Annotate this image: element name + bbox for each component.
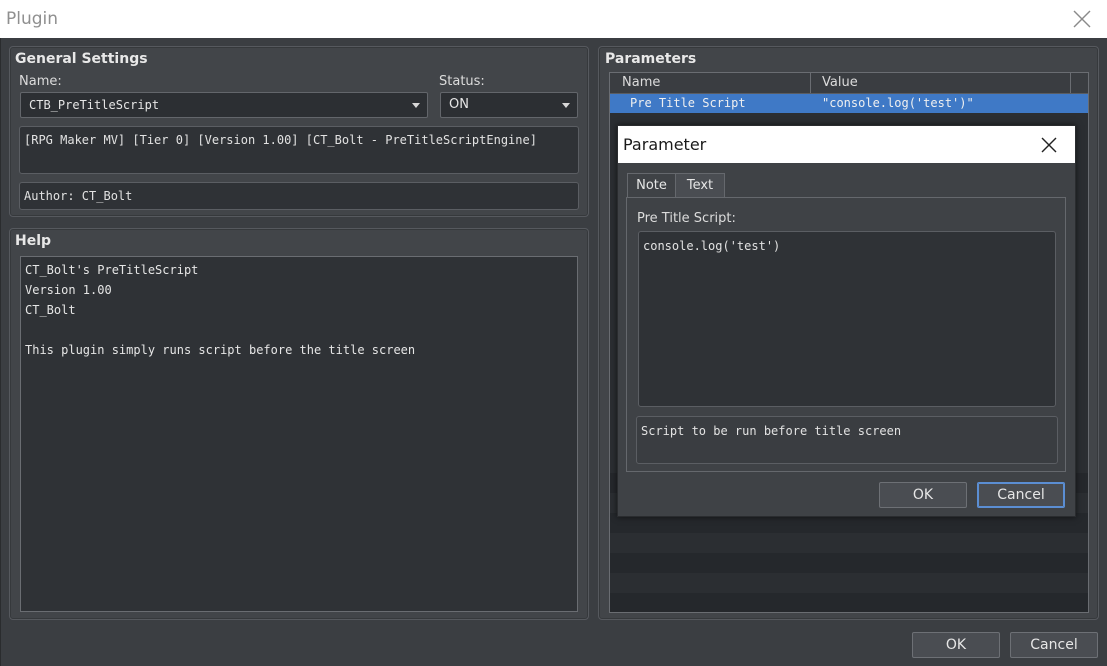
empty-row xyxy=(610,593,1088,612)
name-select[interactable]: CTB_PreTitleScript xyxy=(20,92,428,118)
ok-button[interactable]: OK xyxy=(912,632,1000,658)
dialog-ok-button[interactable]: OK xyxy=(879,482,967,508)
row-value: "console.log('test')" xyxy=(822,96,974,110)
tab-text-label: Text xyxy=(686,178,714,193)
help-line: CT_Bolt xyxy=(25,303,76,317)
column-divider xyxy=(810,73,811,93)
help-text-area[interactable]: CT_Bolt's PreTitleScript Version 1.00 CT… xyxy=(20,256,578,612)
parameter-dialog: Parameter Note Text Pre Title Script: co… xyxy=(617,125,1076,517)
parameters-list-header: Name Value xyxy=(610,73,1088,94)
tab-note-label: Note xyxy=(636,178,667,193)
status-label: Status: xyxy=(439,74,485,89)
script-editor[interactable]: console.log('test') xyxy=(638,231,1056,407)
help-line: This plugin simply runs script before th… xyxy=(25,343,416,357)
note-text: Script to be run before title screen xyxy=(641,424,902,438)
parameters-title: Parameters xyxy=(605,51,697,67)
author-field[interactable]: Author: CT_Bolt xyxy=(19,182,579,210)
status-select[interactable]: ON xyxy=(440,92,578,118)
row-name: Pre Title Script xyxy=(630,96,746,110)
cancel-button[interactable]: Cancel xyxy=(1010,632,1098,658)
dialog-cancel-button[interactable]: Cancel xyxy=(977,482,1065,508)
status-select-value: ON xyxy=(449,97,469,112)
author-text: Author: CT_Bolt xyxy=(24,189,133,203)
tab-text[interactable]: Text xyxy=(675,173,725,198)
window-title: Plugin xyxy=(6,9,59,29)
empty-row xyxy=(610,553,1088,573)
description-field[interactable]: [RPG Maker MV] [Tier 0] [Version 1.00] [… xyxy=(19,126,579,174)
name-label: Name: xyxy=(19,74,62,89)
name-select-value: CTB_PreTitleScript xyxy=(29,98,160,112)
tab-note[interactable]: Note xyxy=(627,173,676,198)
note-description: Script to be run before title screen xyxy=(636,416,1058,464)
close-icon[interactable] xyxy=(1038,134,1060,156)
help-line: CT_Bolt's PreTitleScript xyxy=(25,263,199,277)
description-text: [RPG Maker MV] [Tier 0] [Version 1.00] [… xyxy=(24,133,537,147)
column-header-name[interactable]: Name xyxy=(622,75,660,90)
table-row[interactable]: Pre Title Script "console.log('test')" xyxy=(610,94,1088,113)
field-label: Pre Title Script: xyxy=(637,211,736,226)
chevron-down-icon xyxy=(412,103,420,108)
column-divider xyxy=(1070,73,1071,93)
help-title: Help xyxy=(15,233,52,249)
dialog-titlebar: Parameter xyxy=(618,126,1075,163)
column-header-value[interactable]: Value xyxy=(822,75,858,90)
window-titlebar: Plugin xyxy=(0,0,1107,38)
help-line: Version 1.00 xyxy=(25,283,112,297)
dialog-title: Parameter xyxy=(623,135,707,154)
general-settings-title: General Settings xyxy=(15,51,148,67)
close-icon[interactable] xyxy=(1070,7,1094,31)
script-text: console.log('test') xyxy=(643,239,781,253)
note-tab-page: Pre Title Script: console.log('test') Sc… xyxy=(626,197,1066,472)
chevron-down-icon xyxy=(562,103,570,108)
